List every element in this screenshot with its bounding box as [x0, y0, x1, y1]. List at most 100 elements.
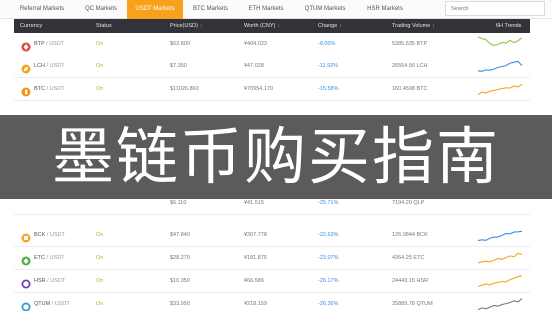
currency-pair[interactable]: ETC / USDT: [34, 247, 65, 269]
price-cell: $47.840: [170, 232, 190, 238]
trend-line: [477, 298, 523, 311]
bck-coin-icon: [21, 230, 31, 243]
currency-pair[interactable]: BTP / USDT: [34, 33, 64, 55]
worth-cell: ¥404.023: [244, 41, 267, 47]
column-worth[interactable]: Worth (CNY) ↕: [244, 19, 280, 33]
trend-line: [477, 252, 523, 264]
worth-cell: ¥181.875: [244, 255, 267, 261]
change-cell: -8.00%: [318, 41, 336, 47]
sort-icon: ↕: [277, 23, 280, 29]
column-volume-label: Trading Volume: [392, 23, 431, 29]
currency-pair[interactable]: QTUM / USDT: [34, 293, 70, 311]
btp-coin-icon: [21, 39, 31, 52]
quote-currency: / USDT: [45, 255, 65, 261]
status-cell: On: [96, 301, 104, 307]
change-cell: -26.36%: [318, 301, 339, 307]
column-change-label: Change: [318, 23, 338, 29]
column-volume[interactable]: Trading Volume ↕: [392, 19, 435, 33]
price-cell: $11026.860: [170, 86, 199, 92]
title-banner: 墨链币购买指南: [0, 115, 552, 199]
quote-currency: / USDT: [45, 278, 66, 284]
trend-line: [477, 275, 523, 288]
quote-currency: / USDT: [44, 41, 65, 47]
table-row[interactable]: QTUM / USDT On $33.950 ¥218.159 -26.36% 25889…: [14, 293, 530, 311]
sort-icon: ↕: [199, 23, 203, 29]
trend-sparkline: [477, 275, 523, 288]
trend-line: [477, 83, 523, 96]
base-currency: HSR: [34, 278, 46, 284]
change-cell: -11.92%: [318, 63, 339, 69]
table-row[interactable]: BTC / USDT On $11026.860 ¥70954.170 -15.58% 1…: [14, 78, 530, 101]
trend-sparkline: [477, 60, 523, 72]
table-row[interactable]: HSR / USDT On $10.350 ¥66.586 -26.17% 24443.1…: [14, 270, 530, 293]
market-tabs: Referral Markets QC Markets USDT Markets…: [0, 0, 552, 19]
worth-cell: ¥307.778: [244, 232, 267, 238]
table-row[interactable]: BCK / USDT On $47.840 ¥307.778 -22.63% 126.08…: [14, 224, 530, 247]
volume-cell: 126.0844 BCK: [392, 232, 428, 238]
hsr-coin-icon: [21, 276, 31, 289]
column-currency: Currency: [20, 23, 43, 29]
status-cell: On: [96, 232, 104, 238]
status-cell: On: [96, 63, 104, 69]
tab-btc-markets[interactable]: BTC Markets: [183, 0, 238, 19]
volume-cell: 160.4598 BTC: [392, 86, 428, 92]
trend-sparkline: [477, 36, 523, 46]
tab-qc-markets[interactable]: QC Markets: [76, 0, 126, 19]
change-cell: -23.07%: [318, 255, 339, 261]
tab-referral-markets[interactable]: Referral Markets: [8, 0, 76, 19]
trend-sparkline: [477, 298, 523, 311]
base-currency: BTP: [34, 41, 45, 47]
tab-eth-markets[interactable]: ETH Markets: [238, 0, 294, 19]
trend-sparkline: [477, 230, 523, 242]
lch-coin-icon: [21, 61, 31, 74]
trend-line: [477, 230, 523, 242]
column-price[interactable]: Price(USD) ↕: [170, 19, 202, 33]
currency-pair[interactable]: LCH / USDT: [34, 55, 65, 77]
base-currency: QTUM: [34, 301, 51, 307]
tab-qtum-markets[interactable]: QTUM Markets: [294, 0, 356, 19]
search-input[interactable]: [445, 1, 545, 16]
currency-pair[interactable]: BTC / USDT: [34, 78, 65, 100]
price-cell: $28.270: [170, 255, 190, 261]
table-row[interactable]: ETC / USDT On $28.270 ¥181.875 -23.07% 4364.2…: [14, 247, 530, 270]
sort-icon: ↕: [339, 23, 342, 29]
table-header: Currency Status Price(USD) ↕ Worth (CNY) ↕…: [14, 19, 530, 33]
trend-sparkline: [477, 83, 523, 96]
tab-hsr-markets[interactable]: HSR Markets: [356, 0, 414, 19]
column-change[interactable]: Change ↕: [318, 19, 342, 33]
sort-icon: ↕: [432, 23, 435, 29]
currency-pair[interactable]: HSR / USDT: [34, 270, 65, 292]
etc-coin-icon: [21, 253, 31, 266]
currency-pair[interactable]: BCK / USDT: [34, 224, 65, 246]
status-cell: On: [96, 86, 104, 92]
worth-cell: ¥47.028: [244, 63, 264, 69]
column-price-label: Price(USD): [170, 23, 198, 29]
base-currency: BTC: [34, 86, 45, 92]
volume-cell: 24443.15 HSR: [392, 278, 429, 284]
status-cell: On: [96, 278, 104, 284]
price-cell: $7.350: [170, 63, 187, 69]
column-worth-label: Worth (CNY): [244, 23, 276, 29]
volume-cell: 5385.635 BTP: [392, 41, 428, 47]
price-cell: $33.950: [170, 301, 190, 307]
table-row[interactable]: BTP / USDT On $62.800 ¥404.023 -8.00% 5385.63…: [14, 33, 530, 56]
btc-coin-icon: [21, 84, 31, 97]
tab-usdt-markets[interactable]: USDT Markets: [127, 0, 183, 19]
trend-sparkline: [477, 252, 523, 264]
qtum-coin-icon: [21, 299, 31, 311]
base-currency: BCK: [34, 232, 46, 238]
banner-title: 墨链币购买指南: [51, 120, 500, 193]
trend-line: [477, 60, 523, 72]
status-cell: On: [96, 41, 104, 47]
status-cell: On: [96, 255, 104, 261]
table-row[interactable]: LCH / USDT On $7.350 ¥47.028 -11.92% 26554.56…: [14, 55, 530, 78]
change-cell: -26.17%: [318, 278, 339, 284]
quote-currency: / USDT: [45, 63, 65, 69]
volume-cell: 25889.78 QTUM: [392, 301, 433, 307]
price-cell: $10.350: [170, 278, 190, 284]
change-cell: -22.63%: [318, 232, 339, 238]
change-cell: -15.58%: [318, 86, 339, 92]
column-trends: 6H Trends: [496, 23, 522, 29]
price-cell: $62.800: [170, 41, 190, 47]
column-status: Status: [96, 23, 112, 29]
